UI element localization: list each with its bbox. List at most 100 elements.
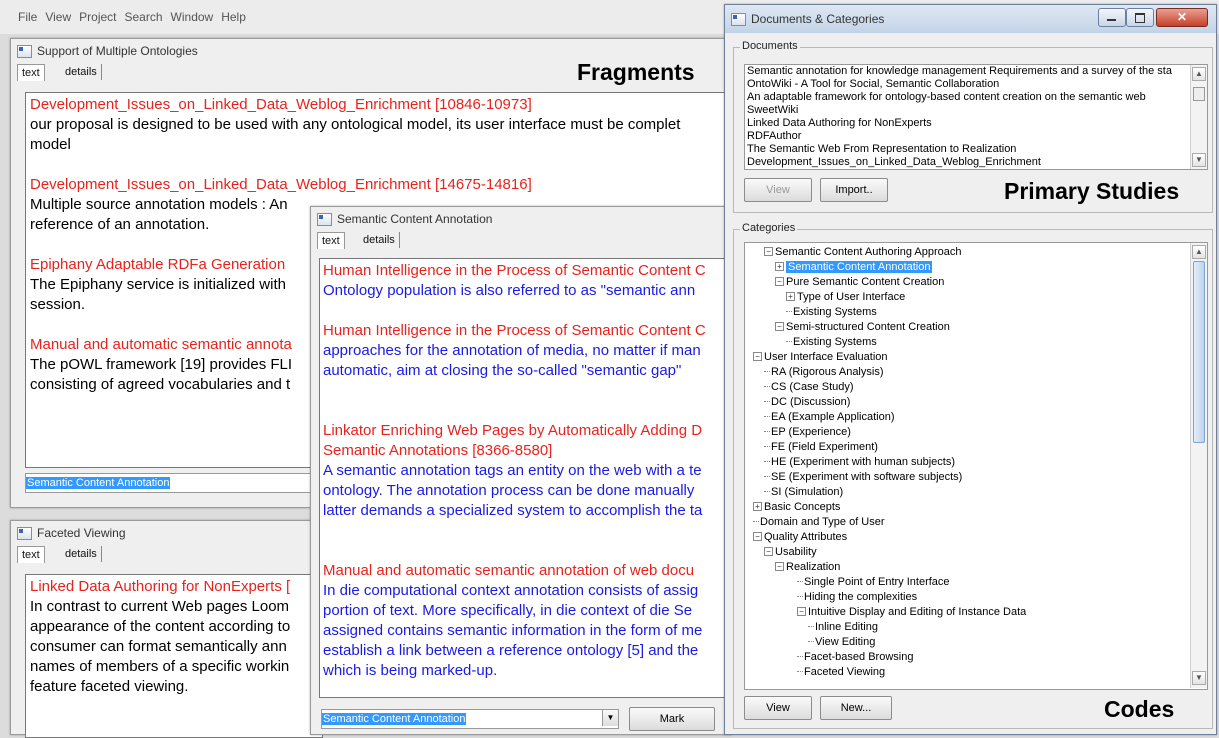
- tree-node[interactable]: SE (Experiment with software subjects): [764, 470, 962, 485]
- collapse-icon[interactable]: −: [753, 532, 762, 541]
- maximize-icon[interactable]: [1126, 8, 1154, 27]
- tree-node[interactable]: − Semi-structured Content Creation: [775, 320, 950, 335]
- fragment-source: Human Intelligence in the Process of Sem…: [323, 262, 706, 279]
- category-input[interactable]: Semantic Content Annotation: [25, 473, 327, 493]
- scroll-thumb[interactable]: [1193, 261, 1205, 443]
- tree-node[interactable]: Existing Systems: [786, 305, 877, 320]
- menu-item[interactable]: Search: [121, 10, 167, 24]
- tab-details[interactable]: details: [359, 232, 400, 248]
- scroll-down-icon[interactable]: ▼: [1192, 153, 1206, 167]
- categories-tree[interactable]: − Semantic Content Authoring Approach + Sem…: [744, 242, 1208, 690]
- scroll-down-icon[interactable]: ▼: [1192, 671, 1206, 685]
- documents-list[interactable]: Semantic annotation for knowledge manage…: [744, 64, 1208, 170]
- menu-item[interactable]: Help: [217, 10, 250, 24]
- collapse-icon[interactable]: −: [764, 547, 773, 556]
- documents-scrollbar[interactable]: ▲ ▼: [1190, 65, 1207, 169]
- document-item[interactable]: Semantic annotation for knowledge manage…: [745, 65, 1207, 78]
- collapse-icon[interactable]: −: [797, 607, 806, 616]
- tab-text[interactable]: text: [17, 64, 45, 81]
- view-document-button[interactable]: View: [744, 178, 812, 202]
- tree-node[interactable]: Inline Editing: [808, 620, 878, 635]
- collapse-icon[interactable]: −: [753, 352, 762, 361]
- tree-node[interactable]: − Usability: [764, 545, 817, 560]
- tree-node[interactable]: EA (Example Application): [764, 410, 895, 425]
- document-item[interactable]: Linked Data Authoring for NonExperts: [745, 117, 1207, 130]
- tree-node-label: Hiding the complexities: [804, 591, 918, 603]
- document-item[interactable]: The Semantic Web From Representation to …: [745, 143, 1207, 156]
- tree-node[interactable]: − Intuitive Display and Editing of Instan…: [797, 605, 1026, 620]
- scroll-up-icon[interactable]: ▲: [1192, 67, 1206, 81]
- window-titlebar[interactable]: Documents & Categories ✕: [725, 5, 1216, 33]
- fragment-line: ontology. The annotation process can be …: [323, 482, 695, 499]
- mark-button[interactable]: Mark: [629, 707, 715, 731]
- categories-scrollbar[interactable]: ▲ ▼: [1190, 243, 1207, 688]
- tree-node[interactable]: − Quality Attributes: [753, 530, 847, 545]
- tree-node[interactable]: Domain and Type of User: [753, 515, 885, 530]
- tree-node[interactable]: HE (Experiment with human subjects): [764, 455, 955, 470]
- tree-node-label: Quality Attributes: [764, 531, 848, 543]
- scroll-thumb[interactable]: [1193, 87, 1205, 101]
- tree-node[interactable]: FE (Field Experiment): [764, 440, 878, 455]
- tab-details[interactable]: details: [61, 64, 102, 80]
- tree-node[interactable]: EP (Experience): [764, 425, 851, 440]
- tree-node[interactable]: RA (Rigorous Analysis): [764, 365, 884, 380]
- scroll-up-icon[interactable]: ▲: [1192, 245, 1206, 259]
- tree-node[interactable]: − Pure Semantic Content Creation: [775, 275, 944, 290]
- document-item[interactable]: SweetWiki: [745, 104, 1207, 117]
- collapse-icon[interactable]: −: [775, 562, 784, 571]
- tree-node[interactable]: + Semantic Content Annotation: [775, 260, 933, 275]
- tree-node[interactable]: + Type of User Interface: [786, 290, 905, 305]
- window-titlebar[interactable]: Faceted Viewing: [11, 521, 321, 545]
- tree-node[interactable]: + Basic Concepts: [753, 500, 840, 515]
- tree-node[interactable]: − Semantic Content Authoring Approach: [764, 245, 962, 260]
- tree-node-label: SE (Experiment with software subjects): [771, 471, 963, 483]
- tree-node[interactable]: − Realization: [775, 560, 840, 575]
- tree-node[interactable]: Facet-based Browsing: [797, 650, 913, 665]
- tree-node[interactable]: DC (Discussion): [764, 395, 850, 410]
- tab-bar: text details: [11, 545, 321, 563]
- view-category-button[interactable]: View: [744, 696, 812, 720]
- expand-icon[interactable]: +: [786, 292, 795, 301]
- tree-node[interactable]: CS (Case Study): [764, 380, 854, 395]
- expand-icon[interactable]: +: [753, 502, 762, 511]
- tree-node[interactable]: − User Interface Evaluation: [753, 350, 888, 365]
- tree-node[interactable]: SI (Simulation): [764, 485, 843, 500]
- document-item[interactable]: An adaptable framework for ontology-base…: [745, 91, 1207, 104]
- tree-node-label: Usability: [775, 546, 817, 558]
- collapse-icon[interactable]: −: [775, 277, 784, 286]
- tree-node[interactable]: Hiding the complexities: [797, 590, 917, 605]
- chevron-down-icon[interactable]: ▼: [602, 710, 618, 726]
- fragment-line: model: [30, 136, 71, 153]
- fragment-text-area[interactable]: Linked Data Authoring for NonExperts [In…: [25, 574, 323, 738]
- menu-item[interactable]: View: [41, 10, 75, 24]
- tab-text[interactable]: text: [17, 546, 45, 563]
- tree-node-label: Domain and Type of User: [760, 516, 885, 528]
- menu-item[interactable]: Window: [167, 10, 218, 24]
- expand-icon[interactable]: +: [775, 262, 784, 271]
- tree-node[interactable]: Single Point of Entry Interface: [797, 575, 950, 590]
- close-icon[interactable]: ✕: [1156, 8, 1208, 27]
- fragment-line: In contrast to current Web pages Loom: [30, 598, 290, 615]
- menu-item[interactable]: Project: [75, 10, 120, 24]
- tree-connector: [786, 341, 792, 342]
- minimize-icon[interactable]: [1098, 8, 1126, 27]
- collapse-icon[interactable]: −: [775, 322, 784, 331]
- new-category-button[interactable]: New...: [820, 696, 892, 720]
- import-button[interactable]: Import..: [820, 178, 888, 202]
- tree-node[interactable]: View Editing: [808, 635, 875, 650]
- collapse-icon[interactable]: −: [764, 247, 773, 256]
- tree-node[interactable]: Existing Systems: [786, 335, 877, 350]
- fragment-text-area[interactable]: Human Intelligence in the Process of Sem…: [319, 258, 734, 698]
- tab-details[interactable]: details: [61, 546, 102, 562]
- document-item[interactable]: Development_Issues_on_Linked_Data_Weblog…: [745, 156, 1207, 169]
- document-item[interactable]: OntoWiki - A Tool for Social, Semantic C…: [745, 78, 1207, 91]
- category-combo[interactable]: Semantic Content Annotation ▼: [321, 709, 619, 729]
- tab-text[interactable]: text: [317, 232, 345, 249]
- tree-node[interactable]: Faceted Viewing: [797, 665, 885, 680]
- menu-item[interactable]: File: [14, 10, 41, 24]
- window-titlebar[interactable]: Semantic Content Annotation: [311, 207, 731, 231]
- window-title: Documents & Categories: [751, 12, 885, 26]
- document-item[interactable]: RDFAuthor: [745, 130, 1207, 143]
- tree-node-label: CS (Case Study): [771, 381, 854, 393]
- tree-node-label: Type of User Interface: [797, 291, 906, 303]
